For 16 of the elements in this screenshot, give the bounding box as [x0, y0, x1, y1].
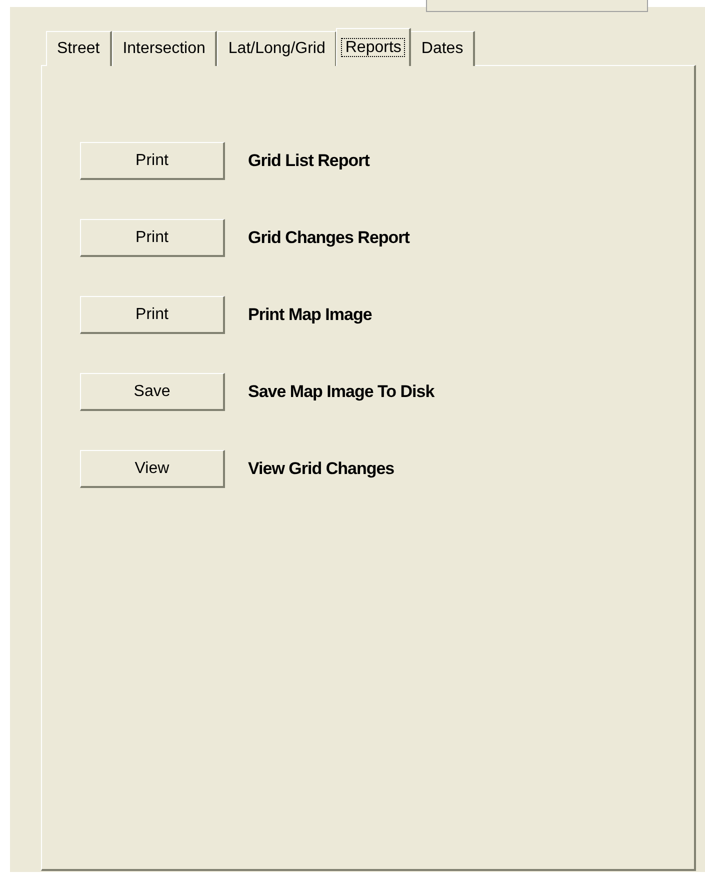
- field[interactable]: [426, 0, 648, 12]
- tab[interactable]: Intersection: [112, 31, 218, 66]
- tab[interactable]: Lat/Long/Grid: [217, 31, 338, 66]
- report-button[interactable]: View: [80, 450, 225, 488]
- report-label: View Grid Changes: [248, 458, 394, 480]
- report-label: Grid List Report: [248, 150, 370, 172]
- tab[interactable]: Reports: [336, 28, 412, 66]
- report-button[interactable]: Print: [80, 142, 225, 180]
- report-button[interactable]: Print: [80, 296, 225, 334]
- tab[interactable]: Street: [46, 31, 112, 66]
- report-button[interactable]: Print: [80, 219, 225, 257]
- report-label: Grid Changes Report: [248, 227, 410, 250]
- report-label: Print Map Image: [248, 304, 372, 326]
- report-label: Save Map Image To Disk: [248, 381, 434, 404]
- tab[interactable]: Dates: [410, 31, 476, 66]
- report-button[interactable]: Save: [80, 373, 225, 411]
